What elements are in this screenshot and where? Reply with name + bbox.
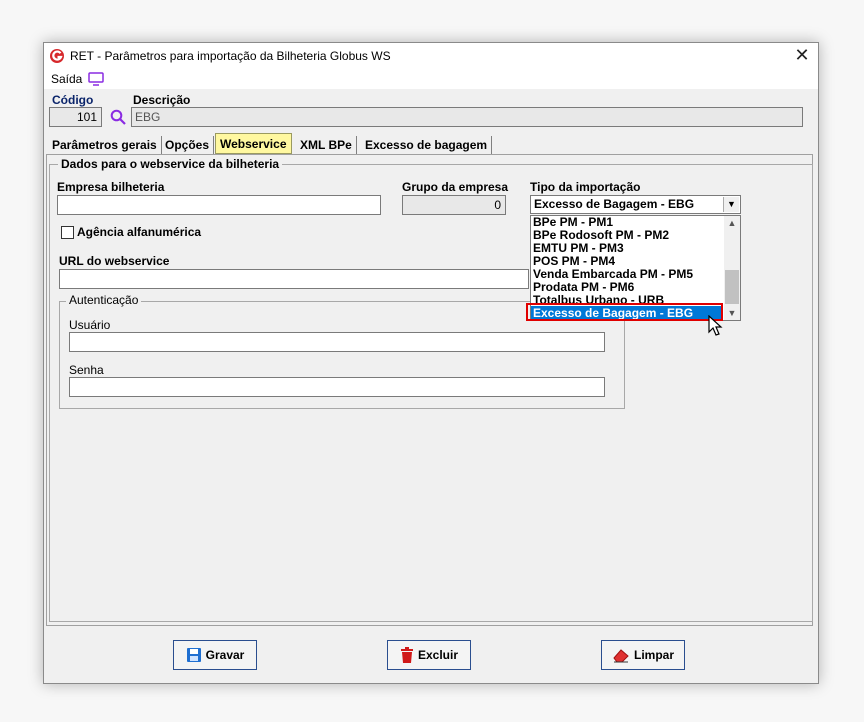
- password-label: Senha: [69, 363, 104, 377]
- search-icon[interactable]: [110, 109, 127, 126]
- mouse-cursor-icon: [708, 315, 723, 336]
- delete-button-label: Excluir: [417, 648, 459, 662]
- alphanumeric-agency-checkbox[interactable]: [61, 226, 74, 239]
- scroll-down-icon[interactable]: ▼: [724, 306, 740, 320]
- chevron-down-icon[interactable]: ▼: [723, 197, 739, 212]
- title-bar: RET - Parâmetros para importação da Bilh…: [44, 43, 818, 69]
- import-type-select[interactable]: Excesso de Bagagem - EBG ▼: [530, 195, 741, 214]
- scroll-thumb[interactable]: [725, 270, 739, 304]
- exit-menu-item[interactable]: Saída: [51, 72, 82, 86]
- company-group-label: Grupo da empresa: [402, 180, 509, 194]
- user-label: Usuário: [69, 318, 111, 332]
- eraser-icon: [613, 649, 629, 663]
- company-label: Empresa bilheteria: [57, 180, 165, 194]
- app-window: RET - Parâmetros para importação da Bilh…: [43, 42, 819, 684]
- trash-icon: [400, 647, 413, 663]
- import-type-value: Excesso de Bagagem - EBG: [534, 197, 695, 211]
- password-input[interactable]: [69, 377, 605, 397]
- save-button-label: Gravar: [205, 648, 245, 662]
- authentication-title: Autenticação: [66, 293, 142, 307]
- company-input[interactable]: [57, 195, 381, 215]
- webservice-group-title: Dados para o webservice da bilheteria: [58, 157, 283, 171]
- tab-options[interactable]: Opções: [161, 136, 215, 154]
- company-group-field[interactable]: 0: [402, 195, 506, 215]
- company-group-value: 0: [494, 198, 501, 212]
- tab-general-parameters[interactable]: Parâmetros gerais: [48, 136, 162, 154]
- user-input[interactable]: [69, 332, 605, 352]
- description-value: EBG: [135, 110, 161, 124]
- delete-button[interactable]: Excluir: [387, 640, 471, 670]
- tab-webservice[interactable]: Webservice: [215, 133, 292, 154]
- url-input[interactable]: [59, 269, 529, 289]
- description-label: Descrição: [133, 93, 191, 107]
- close-icon[interactable]: ✕: [792, 45, 812, 65]
- description-field[interactable]: EBG: [131, 107, 803, 127]
- code-value: 101: [76, 110, 97, 124]
- tab-excess-baggage[interactable]: Excesso de bagagem: [361, 136, 493, 154]
- save-button[interactable]: Gravar: [173, 640, 257, 670]
- menu-bar: Saída: [44, 69, 818, 89]
- tab-xml-bpe[interactable]: XML BPe: [296, 136, 357, 154]
- import-type-label: Tipo da importação: [530, 180, 641, 194]
- code-label: Código: [52, 93, 94, 107]
- clear-button[interactable]: Limpar: [601, 640, 685, 670]
- selection-highlight-box: [526, 303, 723, 321]
- dropdown-scrollbar[interactable]: ▲ ▼: [724, 216, 740, 320]
- alphanumeric-agency-label: Agência alfanumérica: [77, 225, 202, 239]
- code-field[interactable]: 101: [49, 107, 102, 127]
- scroll-up-icon[interactable]: ▲: [724, 216, 740, 230]
- url-label: URL do webservice: [59, 254, 170, 268]
- window-title: RET - Parâmetros para importação da Bilh…: [70, 49, 391, 63]
- monitor-icon[interactable]: [88, 72, 104, 86]
- floppy-disk-icon: [186, 648, 201, 662]
- app-logo-icon: [50, 49, 64, 63]
- clear-button-label: Limpar: [633, 648, 674, 662]
